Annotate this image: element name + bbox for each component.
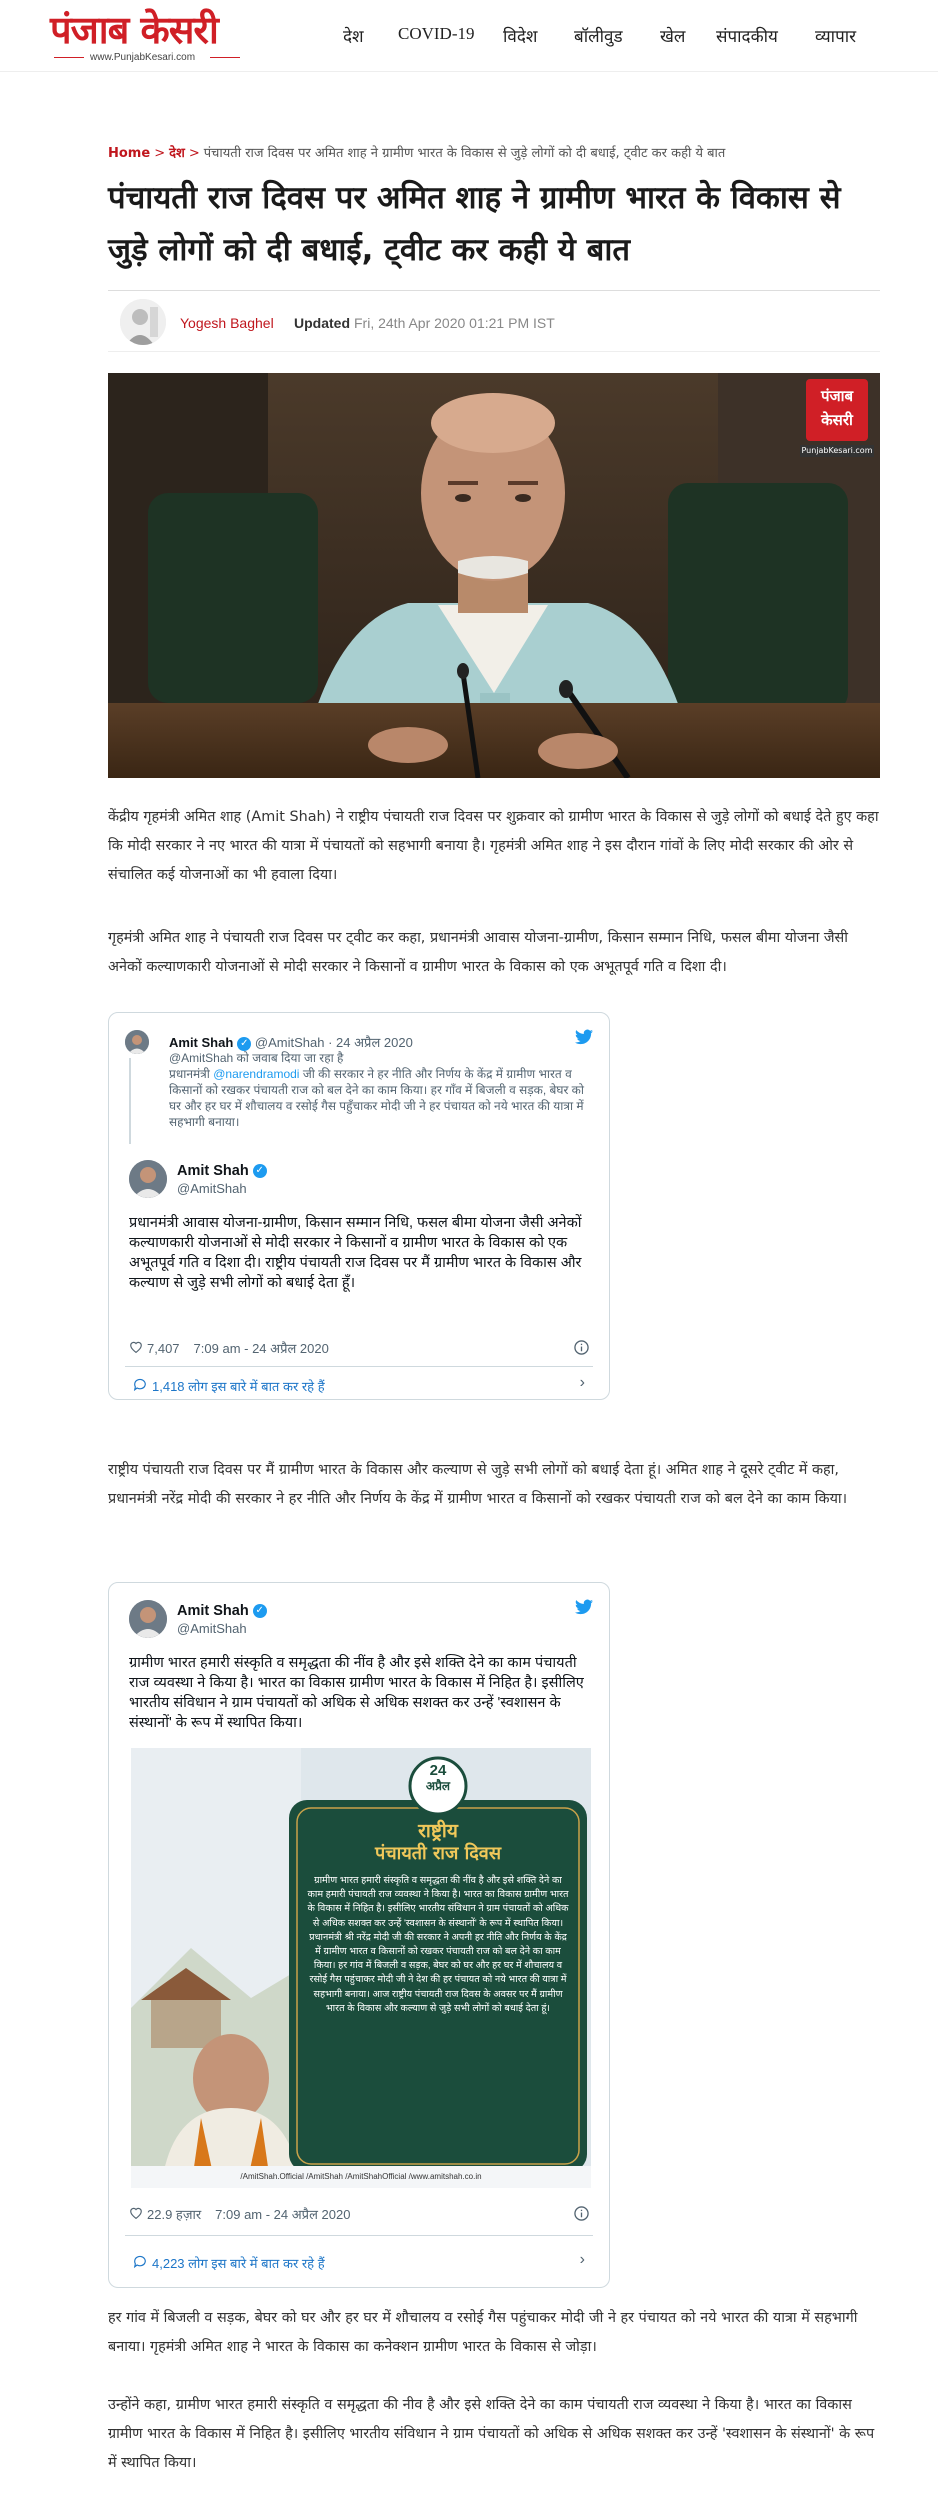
divider: [125, 1366, 593, 1367]
nav-item-covid[interactable]: COVID-19: [398, 24, 475, 44]
tweet-avatar[interactable]: [125, 1030, 149, 1054]
verified-badge-icon: ✓: [252, 1163, 267, 1178]
tweet-text: ग्रामीण भारत हमारी संस्कृति व समृद्धता क…: [129, 1655, 584, 1731]
article-paragraph: राष्ट्रीय पंचायती राज दिवस पर मैं ग्रामी…: [108, 1462, 848, 1507]
article-paragraph: हर गांव में बिजली व सड़क, बेघर को घर और …: [108, 2310, 858, 2355]
tweet-author-row: Amit Shah ✓: [177, 1162, 267, 1180]
tweet-avatar[interactable]: [129, 1600, 167, 1638]
chevron-right-icon[interactable]: ›: [580, 2251, 585, 2269]
info-icon[interactable]: [574, 1340, 589, 1360]
tweet-author-name[interactable]: Amit Shah: [169, 1035, 233, 1050]
tweet-image-poster[interactable]: 24 अप्रैल राष्ट्रीय पंचायती राज दिवस ग्र…: [131, 1748, 591, 2188]
logo-wordmark: पंजाब केसरी: [50, 7, 219, 52]
author-avatar: [120, 299, 166, 345]
conversation-link[interactable]: 4,223 लोग इस बारे में बात कर रहे हैं: [133, 2254, 325, 2272]
verified-badge-icon: ✓: [252, 1603, 267, 1618]
heart-icon[interactable]: [129, 2206, 143, 2222]
mention-link[interactable]: @narendramodi: [213, 1067, 299, 1081]
poster-date-day: 24: [429, 1762, 447, 1779]
site-header: पंजाब केसरी www.PunjabKesari.com देश COV…: [0, 0, 938, 72]
divider: [108, 351, 880, 352]
article-paragraph: उन्होंने कहा, ग्रामीण भारत हमारी संस्कृत…: [108, 2397, 875, 2471]
poster-title-line2: पंचायती राज दिवस: [375, 1843, 501, 1864]
poster-date-month: अप्रैल: [425, 1779, 451, 1793]
heart-icon[interactable]: [129, 1340, 143, 1356]
watermark-url: PunjabKesari.com: [800, 445, 874, 457]
site-logo[interactable]: पंजाब केसरी www.PunjabKesari.com: [50, 8, 245, 64]
hero-watermark-logo: पंजाब केसरी PunjabKesari.com: [800, 377, 874, 461]
tweet-timestamp[interactable]: 7:09 am - 24 अप्रैल 2020: [215, 2205, 350, 2223]
like-count[interactable]: 22.9 हज़ार: [147, 2205, 201, 2223]
tweet-author-handle[interactable]: @AmitShah: [177, 1181, 247, 1196]
tweet-author-handle[interactable]: @AmitShah: [177, 1621, 247, 1636]
nav-item-vyapar[interactable]: व्यापार: [815, 24, 856, 47]
comment-icon: [133, 2255, 147, 2271]
twitter-bird-icon[interactable]: [575, 1029, 593, 1045]
tweet-date[interactable]: · 24 अप्रैल 2020: [328, 1035, 413, 1050]
divider: [108, 290, 880, 291]
replying-to[interactable]: @AmitShah को जवाब दिया जा रहा है: [169, 1049, 343, 1066]
comment-icon: [133, 1378, 147, 1394]
conversation-link[interactable]: 1,418 लोग इस बारे में बात कर रहे हैं: [133, 1377, 325, 1395]
watermark-text-1: पंजाब: [820, 387, 854, 405]
conversation-count: 1,418 लोग इस बारे में बात कर रहे हैं: [152, 1379, 325, 1394]
reply-tweet-text: प्रधानमंत्री @narendramodi जी की सरकार न…: [169, 1066, 589, 1130]
like-count[interactable]: 7,407: [147, 1341, 180, 1356]
article-paragraph: गृहमंत्री अमित शाह ने पंचायती राज दिवस प…: [108, 930, 849, 975]
nav-item-videsh[interactable]: विदेश: [503, 24, 537, 47]
breadcrumb-separator: >: [154, 146, 166, 161]
divider: [125, 2235, 593, 2236]
article-paragraph: केंद्रीय गृहमंत्री अमित शाह (Amit Shah) …: [108, 809, 879, 883]
author-name[interactable]: Yogesh Baghel: [180, 315, 274, 331]
poster-title-line1: राष्ट्रीय: [418, 1820, 458, 1842]
logo-rule-left: [54, 57, 84, 58]
tweet-text: प्रधानमंत्री आवास योजना-ग्रामीण, किसान स…: [129, 1215, 582, 1291]
nav-item-sampadkiya[interactable]: संपादकीय: [716, 24, 778, 47]
embedded-tweet: Amit Shah ✓ @AmitShah · 24 अप्रैल 2020 @A…: [108, 1012, 610, 1400]
embedded-tweet: Amit Shah ✓ @AmitShah ग्रामीण भारत हमारी …: [108, 1582, 610, 2288]
nav-item-bollywood[interactable]: बॉलीवुड: [574, 24, 623, 47]
info-icon[interactable]: [574, 2206, 589, 2226]
watermark-text-2: केसरी: [821, 411, 853, 429]
nav-item-desh[interactable]: देश: [343, 24, 364, 47]
tweet-author-name[interactable]: Amit Shah: [177, 1163, 249, 1179]
tweet-avatar[interactable]: [129, 1160, 167, 1198]
breadcrumb-current: पंचायती राज दिवस पर अमित शाह ने ग्रामीण …: [203, 146, 726, 161]
tweet-author-name[interactable]: Amit Shah: [177, 1603, 249, 1619]
twitter-bird-icon[interactable]: [575, 1599, 593, 1615]
breadcrumb-section[interactable]: देश: [169, 146, 185, 161]
tweet-author-row: Amit Shah ✓: [177, 1602, 267, 1620]
breadcrumb-separator: >: [188, 146, 200, 161]
conversation-count: 4,223 लोग इस बारे में बात कर रहे हैं: [152, 2256, 325, 2271]
tweet-timestamp[interactable]: 7:09 am - 24 अप्रैल 2020: [194, 1339, 329, 1357]
logo-rule-right: [210, 57, 240, 58]
article-title: पंचायती राज दिवस पर अमित शाह ने ग्रामीण …: [108, 180, 841, 268]
poster-body-text: ग्रामीण भारत हमारी संस्कृति व समृद्धता क…: [307, 1875, 569, 2014]
breadcrumb-home[interactable]: Home: [108, 146, 150, 161]
tweet-author-handle[interactable]: @AmitShah: [255, 1035, 325, 1050]
logo-url: www.PunjabKesari.com: [90, 52, 196, 63]
tweet-meta: 22.9 हज़ार 7:09 am - 24 अप्रैल 2020: [129, 2205, 350, 2223]
updated-label: Updated: [294, 315, 350, 331]
poster-footer-links: /AmitShah.Official /AmitShah /AmitShahOf…: [240, 2172, 482, 2181]
chevron-right-icon[interactable]: ›: [580, 1374, 585, 1392]
breadcrumb: Home > देश > पंचायती राज दिवस पर अमित शाह ने…: [108, 143, 725, 161]
updated-date: Fri, 24th Apr 2020 01:21 PM IST: [354, 315, 555, 331]
author-row: Yogesh Baghel Updated Fri, 24th Apr 2020…: [108, 299, 880, 347]
reply-text-start: प्रधानमंत्री: [169, 1067, 210, 1081]
hero-image: पंजाब केसरी PunjabKesari.com: [108, 373, 880, 778]
tweet-meta: 7,407 7:09 am - 24 अप्रैल 2020: [129, 1339, 329, 1357]
nav-item-khel[interactable]: खेल: [660, 24, 685, 47]
thread-line: [129, 1058, 131, 1144]
